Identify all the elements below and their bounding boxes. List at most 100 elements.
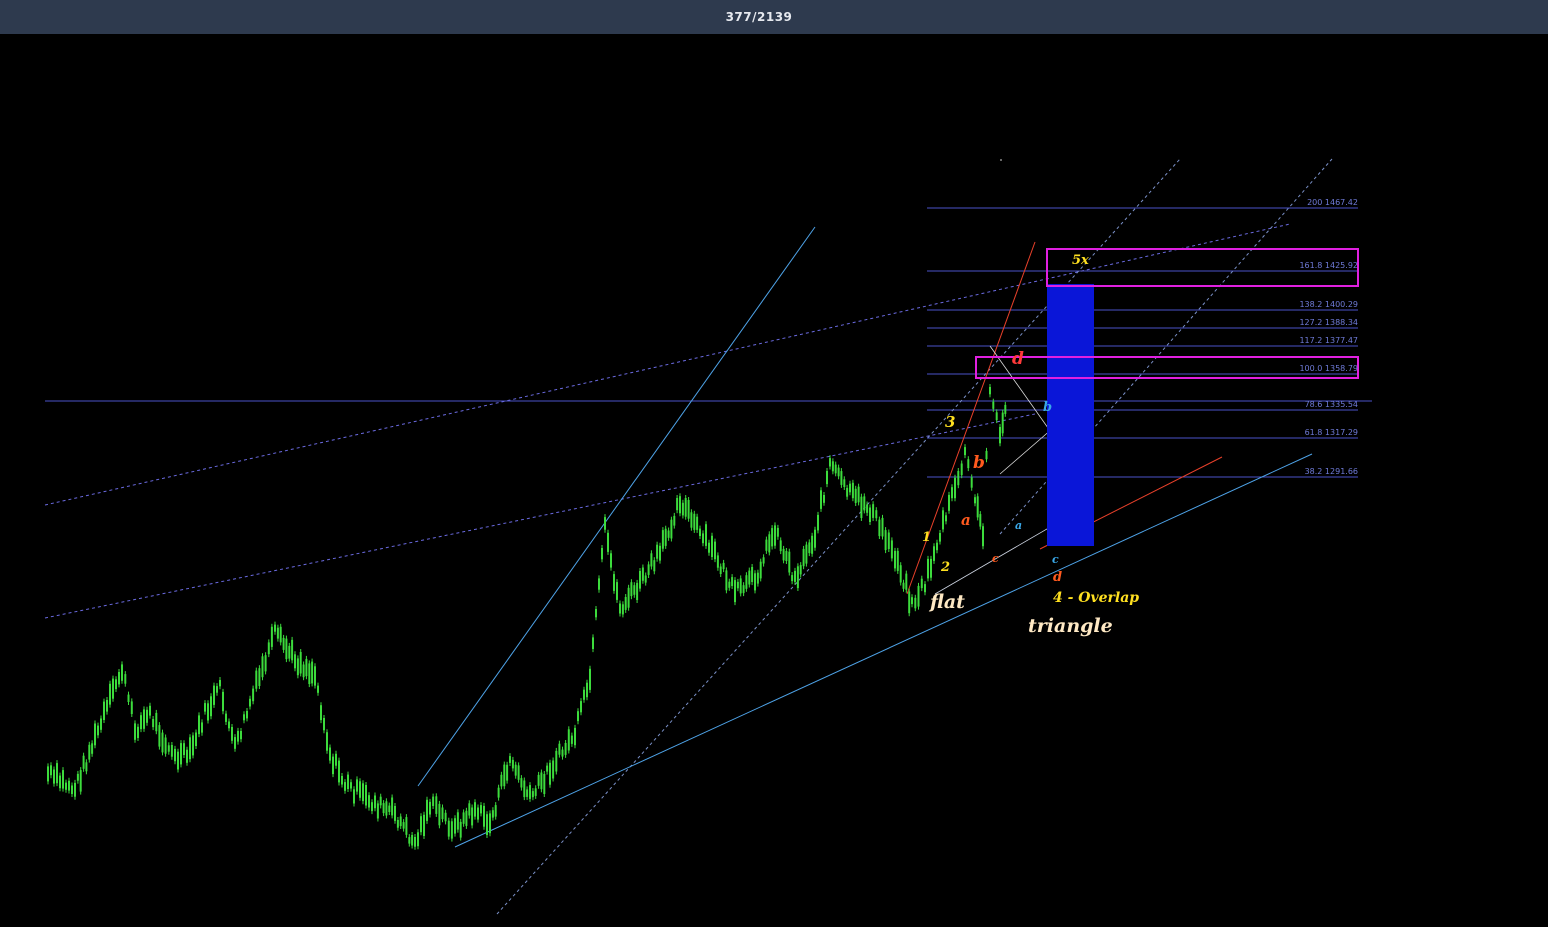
candle-body (417, 832, 419, 847)
candle-body (264, 655, 267, 672)
candle-body (616, 582, 618, 600)
candle-body (426, 799, 428, 821)
candle-body (506, 764, 509, 781)
wave-label-triangle: triangle (1028, 615, 1113, 637)
candle-body (47, 766, 49, 782)
candle-body (656, 544, 659, 559)
wave-label-a-red: a (961, 511, 971, 529)
candle-body (137, 726, 139, 738)
candle-body (673, 515, 676, 526)
candle-body (71, 785, 73, 794)
candle-body (91, 743, 94, 754)
chart-area[interactable]: 200 1467.42 161.8 1425.92 138.2 1400.29 … (0, 34, 1548, 927)
candle-body (62, 770, 64, 789)
candle-body (967, 459, 970, 469)
candle-body (896, 550, 899, 571)
wave-label-2: 2 (940, 560, 950, 575)
candle-body (471, 807, 474, 826)
candle-body (549, 762, 551, 785)
fib-label-138: 138.2 1400.29 (1299, 300, 1358, 309)
candle-body (976, 496, 979, 518)
candle-body (595, 609, 597, 618)
candle-body (583, 689, 585, 700)
wave-label-a-cyan: a (1015, 519, 1022, 532)
candle-body (796, 566, 799, 589)
candle-body (881, 517, 884, 537)
candle-body (785, 551, 788, 561)
candle-body (414, 837, 416, 847)
candle-body (708, 542, 710, 553)
candle-body (517, 765, 520, 780)
dashed-channel-lower[interactable] (44, 413, 1036, 619)
blue-channel-base[interactable] (454, 453, 1313, 848)
candle-body (149, 705, 151, 716)
candle-body (636, 582, 639, 600)
candle-body (210, 696, 212, 717)
candle-body (564, 743, 567, 755)
dashed-channel-upper[interactable] (44, 223, 1291, 506)
candle-body (992, 401, 995, 409)
candle-body (722, 562, 725, 570)
candle-body (267, 642, 270, 655)
candlestick-series (47, 384, 1007, 850)
blue-channel-steep[interactable] (417, 226, 816, 787)
candle-body (823, 495, 825, 503)
candle-body (884, 530, 887, 551)
candle-body (627, 587, 630, 608)
wave-label-b-cyan: b (1043, 400, 1052, 415)
candle-body (754, 573, 756, 591)
candle-body (989, 387, 991, 395)
candle-body (216, 686, 218, 693)
target-zone[interactable] (1047, 284, 1094, 546)
candle-body (586, 682, 588, 698)
candle-body (878, 519, 881, 537)
candle-body (243, 714, 245, 721)
candle-body (454, 818, 456, 834)
candle-body (509, 756, 511, 763)
candle-body (282, 637, 285, 650)
candle-body (805, 544, 808, 564)
candle-body (546, 765, 549, 772)
candle-body (970, 477, 973, 488)
candle-body (826, 471, 828, 485)
candle-body (391, 797, 394, 816)
fib-label-100: 100.0 1358.79 (1299, 364, 1358, 373)
candle-body (788, 551, 791, 573)
candle-body (296, 658, 299, 676)
fib-labels: 200 1467.42 161.8 1425.92 138.2 1400.29 … (1299, 198, 1358, 476)
candle-body (537, 774, 540, 786)
candle-body (619, 603, 621, 614)
wave-label-c-cyan: c (1052, 553, 1059, 566)
candle-body (639, 571, 641, 589)
crosshair-dot-icon (1000, 159, 1002, 161)
candle-body (601, 548, 603, 560)
candle-body (85, 762, 88, 772)
candle-body (936, 542, 938, 551)
candle-body (270, 626, 273, 647)
candle-body (186, 749, 188, 763)
candle-body (974, 497, 976, 504)
candle-body (834, 464, 837, 474)
candle-body (353, 789, 355, 804)
candle-body (100, 718, 102, 730)
candle-body (500, 774, 503, 787)
candle-body (276, 627, 279, 639)
candle-body (624, 597, 627, 610)
candle-body (982, 526, 984, 547)
candle-body (274, 624, 276, 632)
candle-body (716, 555, 719, 568)
candle-body (711, 535, 713, 557)
candle-body (814, 529, 816, 548)
price-chart[interactable]: 200 1467.42 161.8 1425.92 138.2 1400.29 … (0, 34, 1548, 927)
candle-body (681, 502, 684, 516)
candle-body (561, 749, 564, 757)
candle-body (420, 816, 422, 833)
candle-body (843, 479, 846, 487)
candle-body (356, 779, 358, 792)
candle-body (555, 750, 558, 772)
candle-body (189, 737, 191, 760)
candle-body (725, 570, 728, 591)
candle-body (644, 575, 647, 583)
candle-body (50, 765, 52, 776)
candle-body (630, 582, 633, 597)
